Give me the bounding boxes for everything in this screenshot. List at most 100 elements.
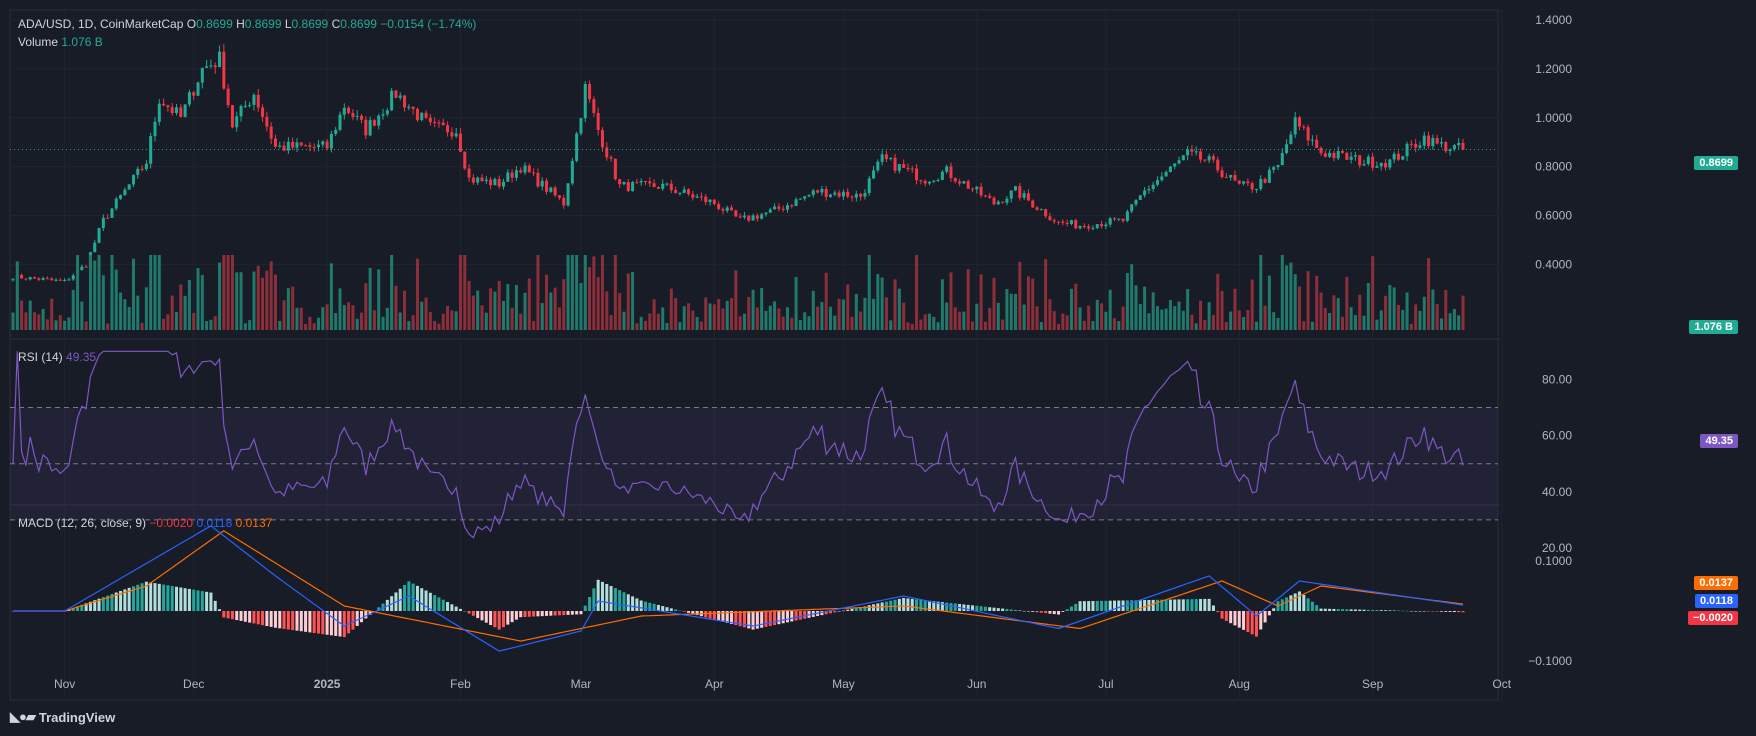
volume-bar <box>970 321 975 330</box>
macd-hist-bar <box>1143 600 1147 611</box>
macd-hist-bar <box>278 611 282 629</box>
volume-bar <box>321 307 325 330</box>
volume-bar <box>291 286 295 330</box>
macd-hist-bar <box>1366 609 1370 611</box>
chart-canvas[interactable]: Nov Dec 2025 Feb Mar Apr May Jun Jul Aug Sep Oct 1.4… <box>0 0 1756 736</box>
volume-bar <box>1341 316 1345 330</box>
macd-label[interactable]: MACD (12, 26, close, 9) <box>18 516 146 530</box>
volume-bar <box>67 317 71 330</box>
candle-body <box>497 178 501 187</box>
volume-label[interactable]: Volume <box>18 35 58 49</box>
volume-bar <box>1082 320 1086 330</box>
candle-body <box>368 120 372 136</box>
volume-bar <box>1151 292 1155 330</box>
volume-bar <box>983 321 987 330</box>
rsi-label[interactable]: RSI (14) <box>18 350 63 364</box>
macd-hist-bar <box>1031 611 1035 612</box>
candle-body <box>962 181 966 184</box>
price-tick-label: 0.4000 <box>1535 257 1572 271</box>
tradingview-logo[interactable]: ◣●▰ TradingView <box>10 709 115 725</box>
candle-body <box>179 107 183 117</box>
candle-body <box>476 177 480 183</box>
macd-hist-bar <box>424 590 428 611</box>
volume-bar <box>837 298 841 330</box>
volume-bar <box>936 322 940 330</box>
volume-bar <box>1401 309 1405 330</box>
candle-body <box>248 104 252 106</box>
volume-bar <box>304 323 308 330</box>
signal-tag: 0.0137 <box>1694 576 1738 590</box>
candle-body <box>123 189 127 196</box>
volume-bar <box>230 255 234 330</box>
macd-hist-value: −0.0020 <box>149 516 194 530</box>
macd-hist-bar <box>897 598 901 611</box>
macd-hist-bar <box>252 611 256 624</box>
macd-hist-bar <box>983 606 987 611</box>
macd-hist-bar <box>1190 599 1194 611</box>
volume-bar <box>467 281 471 330</box>
macd-hist-bar <box>1211 605 1215 611</box>
macd-hist-bar <box>1130 600 1134 611</box>
open-value: 0.8699 <box>196 17 233 31</box>
volume-bar <box>536 255 540 330</box>
candle-body <box>1375 166 1379 168</box>
volume-bar <box>329 263 333 330</box>
macd-hist-bar <box>312 611 316 633</box>
candle-body <box>347 107 351 113</box>
macd-hist-bar <box>622 592 626 611</box>
volume-bar <box>84 321 88 330</box>
candle-body <box>889 157 893 160</box>
candle-body <box>510 172 514 178</box>
candle-body <box>364 119 368 136</box>
volume-bar <box>1224 321 1228 330</box>
volume-bar <box>876 274 880 330</box>
candle-body <box>725 207 729 211</box>
macd-hist-bar <box>489 611 493 625</box>
volume-bar <box>915 255 919 330</box>
macd-hist-bar <box>226 611 230 619</box>
volume-bar <box>381 316 385 330</box>
candle-body <box>11 279 15 281</box>
volume-bar <box>1065 315 1069 330</box>
volume-bar <box>1435 304 1439 330</box>
volume-bar <box>385 307 389 330</box>
candle-body <box>213 65 217 68</box>
candle-body <box>1358 155 1362 166</box>
macd-hist-bar <box>910 598 914 611</box>
volume-bar <box>1001 319 1005 330</box>
macd-hist-bar <box>1297 591 1302 611</box>
candle-body <box>407 106 411 108</box>
macd-hist-bar <box>682 611 686 612</box>
macd-hist-bar <box>235 611 239 621</box>
candle-body <box>20 274 24 279</box>
macd-hist-bar <box>1289 595 1293 611</box>
price-legend: ADA/USD, 1D, CoinMarketCap O0.8699 H0.86… <box>18 17 476 31</box>
candle-body <box>398 95 402 98</box>
macd-hist-bar <box>501 611 506 628</box>
candle-body <box>1220 170 1224 178</box>
volume-bar <box>1289 262 1293 330</box>
macd-hist-bar <box>1100 600 1104 611</box>
candle-body <box>915 168 919 181</box>
volume-bar <box>605 291 609 330</box>
candle-body <box>824 189 828 197</box>
symbol-label[interactable]: ADA/USD, 1D, CoinMarketCap <box>18 17 183 31</box>
candle-body <box>1151 184 1155 190</box>
volume-bar <box>174 311 179 330</box>
candle-body <box>721 208 725 211</box>
macd-hist-bar <box>1341 609 1345 611</box>
candle-body <box>403 95 407 108</box>
volume-bar <box>463 255 467 330</box>
volume-bar <box>1207 302 1211 330</box>
volume-bar <box>777 308 781 330</box>
time-tick-label: Sep <box>1362 677 1384 691</box>
volume-bar <box>1336 298 1340 330</box>
candle-body <box>28 277 32 280</box>
volume-bar <box>437 323 441 330</box>
volume-bar <box>833 315 837 330</box>
volume-bar <box>1220 290 1224 330</box>
candle-body <box>1138 195 1142 200</box>
volume-bar <box>803 312 807 330</box>
volume-bar <box>687 303 691 330</box>
candle-body <box>1121 218 1125 221</box>
